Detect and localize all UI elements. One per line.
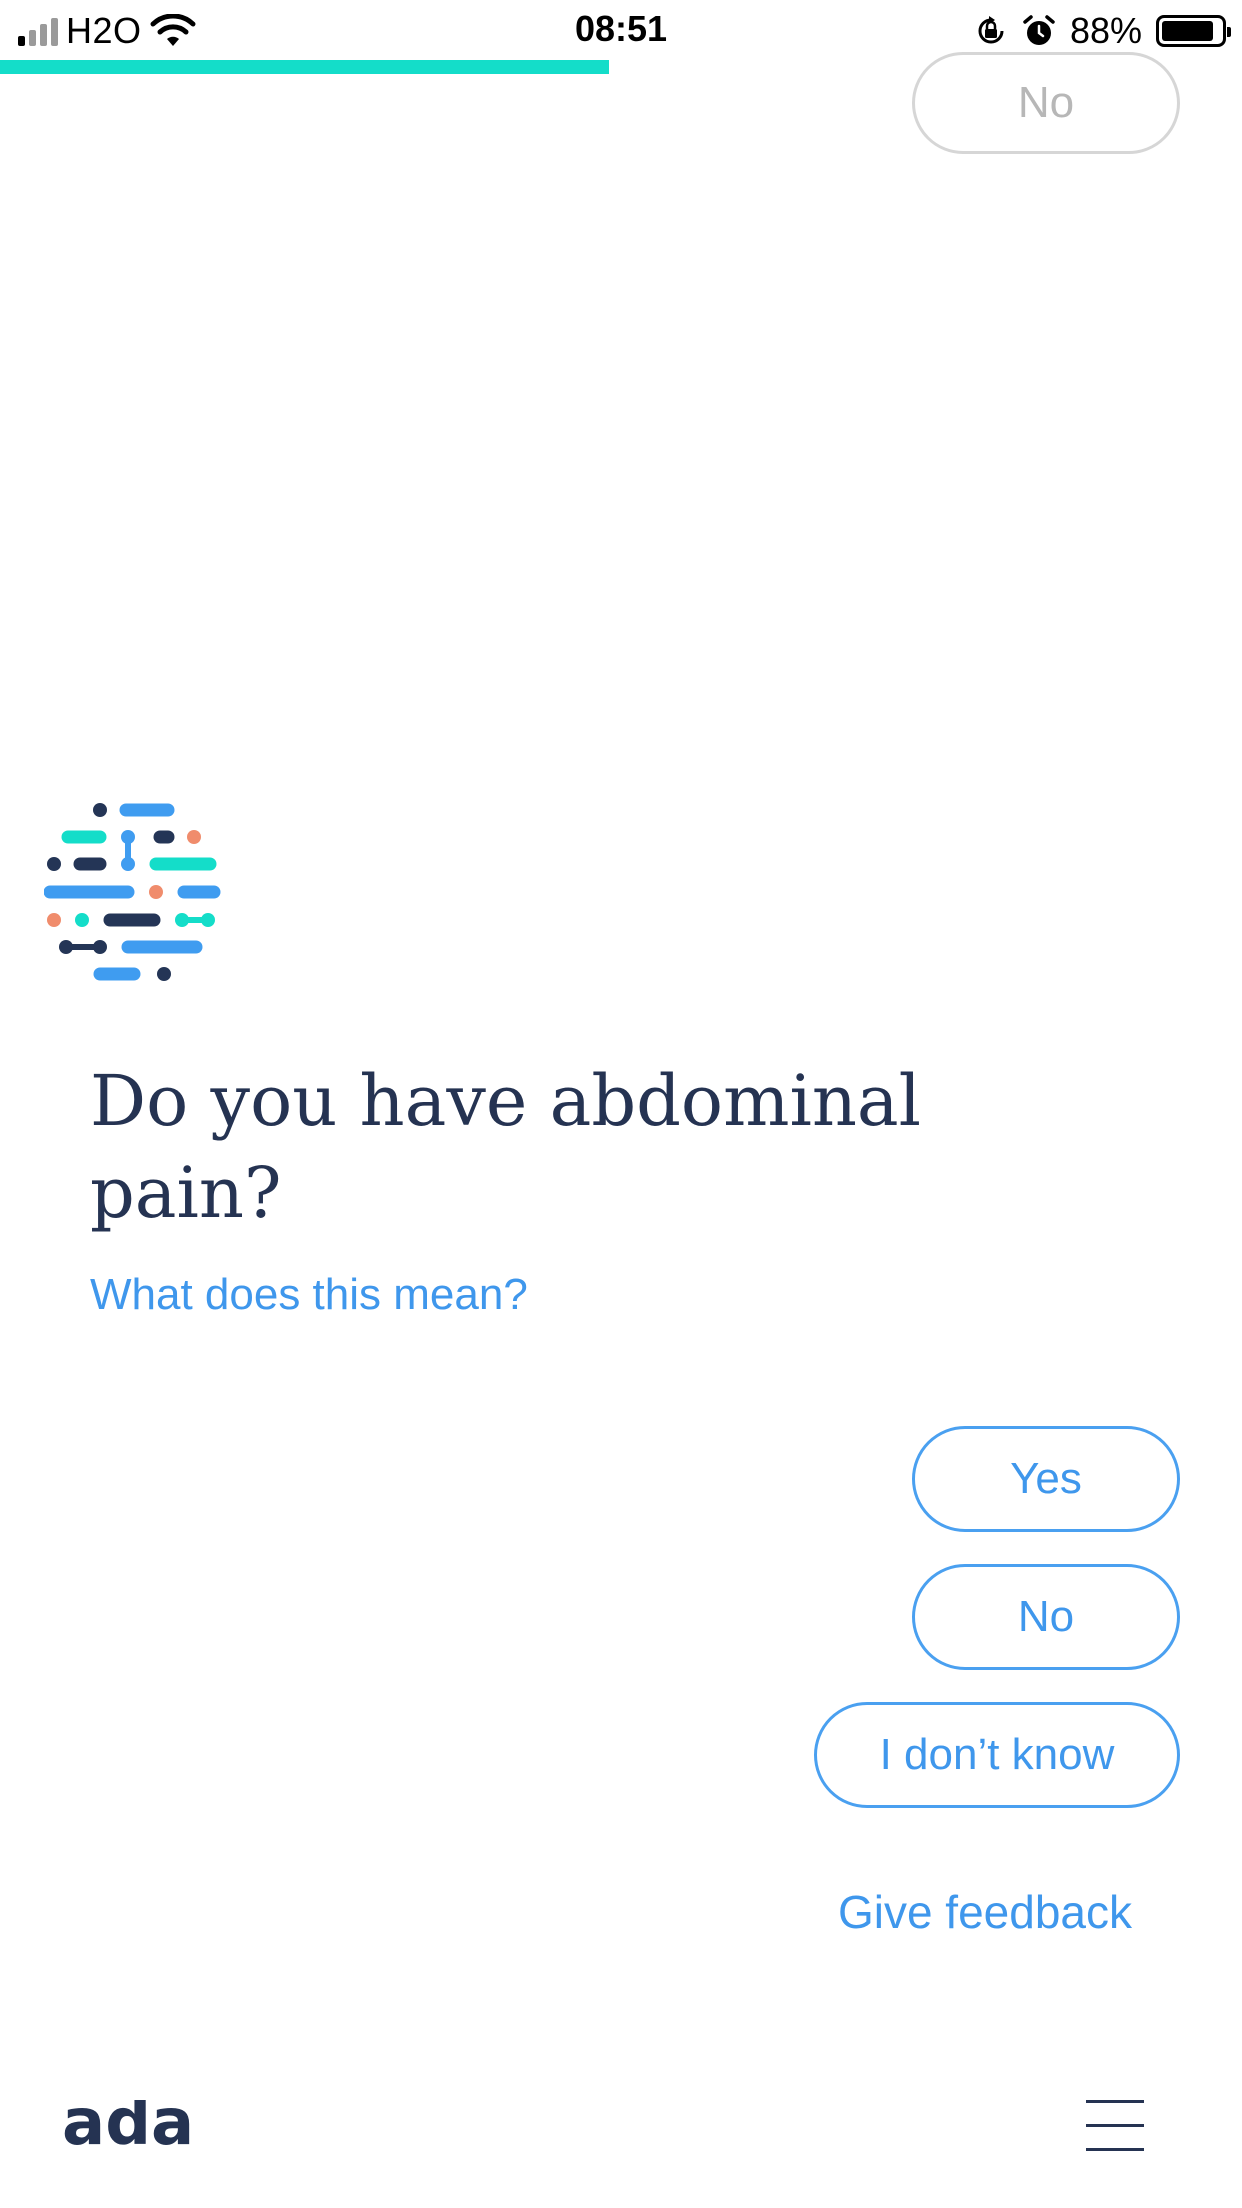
status-bar-right: 88%: [974, 8, 1231, 54]
progress-bar-fill: [0, 60, 609, 74]
ada-brand-logo[interactable]: ada: [62, 2100, 202, 2154]
ada-logo-icon: [44, 803, 221, 981]
previous-answer-label: No: [1017, 78, 1075, 127]
answer-yes-button[interactable]: Yes: [912, 1426, 1180, 1532]
battery-icon: [1156, 15, 1231, 47]
battery-percentage: 88%: [1069, 10, 1142, 51]
hamburger-menu-icon[interactable]: [1086, 2100, 1144, 2152]
alarm-icon: [1023, 15, 1055, 45]
svg-text:ada: ada: [62, 2100, 194, 2154]
answer-dont-know-label: I don’t know: [879, 1730, 1115, 1779]
answer-yes-label: Yes: [1010, 1454, 1082, 1503]
question-title: Do you have abdominal pain?: [90, 1060, 922, 1234]
answer-no-label: No: [1017, 1592, 1075, 1641]
what-does-this-mean-link[interactable]: What does this mean?: [90, 1270, 528, 1320]
give-feedback-link[interactable]: Give feedback: [838, 1885, 1132, 1939]
previous-answer-bubble: No: [912, 52, 1180, 154]
answer-no-button[interactable]: No: [912, 1564, 1180, 1670]
answer-dont-know-button[interactable]: I don’t know: [814, 1702, 1180, 1808]
orientation-lock-icon: [978, 16, 1004, 44]
